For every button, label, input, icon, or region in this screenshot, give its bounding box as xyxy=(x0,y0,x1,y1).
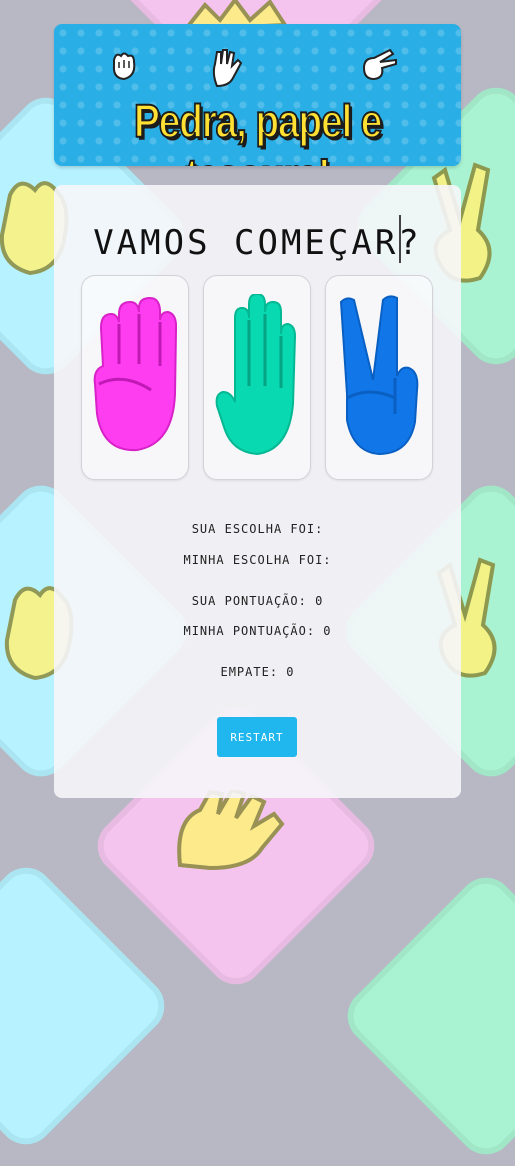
rock-fist-icon xyxy=(93,296,177,452)
header-banner: Pedra, papel e tesoura! xyxy=(54,24,461,166)
restart-button[interactable]: RESTART xyxy=(217,717,297,757)
scissors-hand-icon xyxy=(339,295,419,456)
typing-cursor xyxy=(399,215,401,263)
open-hand-icon xyxy=(177,790,285,870)
my-score-text: MINHA PONTUAÇÃO: 0 xyxy=(183,624,332,638)
open-hand-icon xyxy=(212,49,243,88)
your-choice-text: SUA ESCOLHA FOI: xyxy=(191,522,324,536)
paper-hand-icon xyxy=(215,294,297,456)
tie-score-text: EMPATE: 0 xyxy=(220,665,295,679)
fist-icon xyxy=(112,52,136,81)
scissors-choice-button[interactable] xyxy=(325,275,433,480)
paper-choice-button[interactable] xyxy=(203,275,311,480)
app-title: Pedra, papel e tesoura! xyxy=(133,94,383,166)
rock-choice-button[interactable] xyxy=(81,275,189,480)
game-panel: VAMOS COMEÇAR? SUA ESCOLHA FOI: MINHA ES… xyxy=(54,185,461,798)
your-score-text: SUA PONTUAÇÃO: 0 xyxy=(191,594,324,608)
my-choice-text: MINHA ESCOLHA FOI: xyxy=(183,553,332,567)
peace-hand-icon xyxy=(362,48,397,81)
bg-tile xyxy=(336,866,515,1166)
